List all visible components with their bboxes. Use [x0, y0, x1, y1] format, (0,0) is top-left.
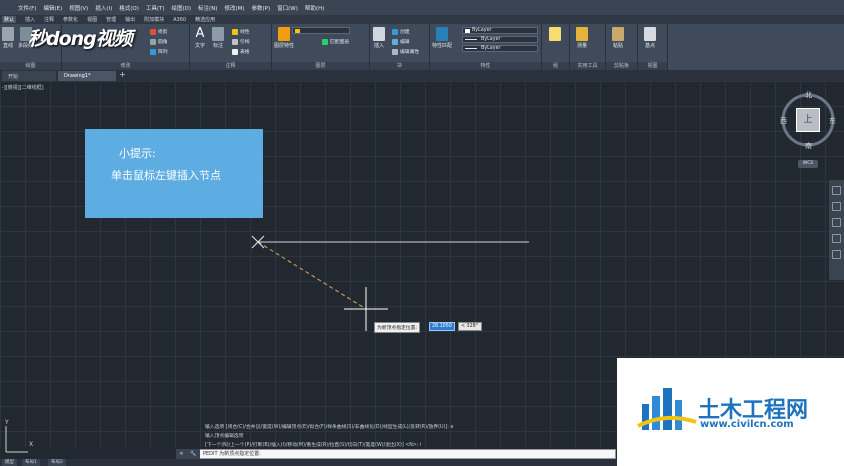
showmotion-icon[interactable]: [832, 250, 841, 259]
rubber-band-line: [257, 241, 367, 310]
wcs-menu[interactable]: WCS: [798, 160, 818, 168]
tip-body: 单击鼠标左键插入节点: [111, 169, 221, 182]
tip-title: 小提示:: [119, 147, 156, 160]
command-history-line: 输入顶点编辑选项: [205, 434, 244, 439]
viewcube-top-face[interactable]: 上: [796, 108, 820, 132]
layout-tab-layout2[interactable]: 布局2: [48, 459, 66, 466]
site-brand-url: www.civilcn.com: [700, 419, 794, 430]
dynamic-input-distance[interactable]: 28.1050: [429, 322, 455, 331]
viewcube-south[interactable]: 南: [805, 141, 812, 151]
wrench-icon[interactable]: 🔧: [190, 451, 196, 457]
command-history-line: 输入选项 [闭合(C)/合并(J)/宽度(W)/编辑顶点(E)/拟合(F)/样条…: [205, 425, 454, 430]
zoom-icon[interactable]: [832, 218, 841, 227]
dynamic-input-prompt: 为新顶点指定位置:: [374, 322, 420, 333]
layout-tab-model[interactable]: 模型: [2, 459, 17, 466]
ucs-y-label: Y: [5, 419, 9, 426]
navigation-bar: [829, 180, 844, 280]
command-line-tools: ✕ 🔧: [176, 449, 200, 459]
dynamic-input-angle[interactable]: < 328°: [458, 322, 482, 331]
steering-wheel-icon[interactable]: [832, 186, 841, 195]
building-logo-icon: [637, 388, 697, 430]
viewcube-north[interactable]: 北: [805, 90, 812, 100]
orbit-icon[interactable]: [832, 234, 841, 243]
layout-tab-layout1[interactable]: 布局1: [22, 459, 40, 466]
command-line-text: PEDIT 为新顶点指定位置:: [203, 451, 261, 457]
viewcube-east[interactable]: 东: [829, 116, 836, 126]
command-history-line: [下一个(N)/上一个(P)/打断(B)/插入(I)/移动(M)/重生成(R)/…: [205, 443, 422, 448]
close-icon[interactable]: ✕: [179, 451, 183, 457]
pan-icon[interactable]: [832, 202, 841, 211]
viewcube-west[interactable]: 西: [780, 116, 787, 126]
ucs-x-label: X: [29, 441, 34, 448]
